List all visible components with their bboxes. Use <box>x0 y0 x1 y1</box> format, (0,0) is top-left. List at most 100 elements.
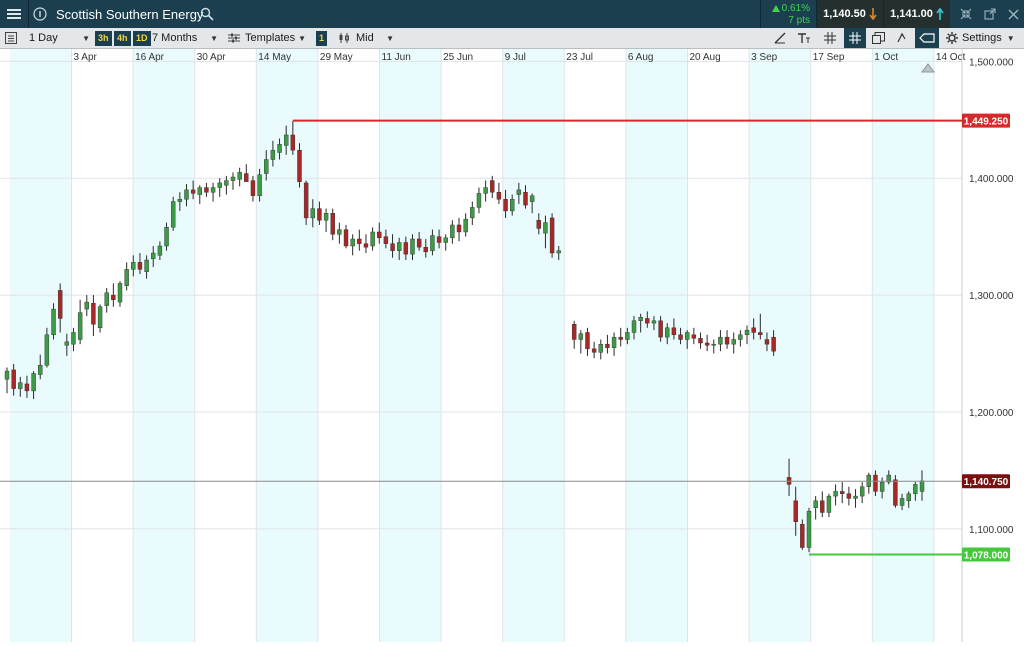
candle <box>4 370 10 380</box>
candle <box>423 246 428 253</box>
templates-icon <box>228 33 240 43</box>
count-button[interactable]: 1 <box>316 28 328 48</box>
timeframe-select[interactable]: 1 Day ▼ <box>24 28 94 48</box>
sell-button[interactable]: 1,140.50 <box>817 0 883 28</box>
candle <box>250 180 256 196</box>
chart-toolbar: 1 Day ▼ 3h 4h 1D 7 Months ▼ Templates ▼ … <box>0 28 1024 49</box>
panel-icon[interactable] <box>5 28 17 48</box>
close-icon[interactable] <box>1002 0 1024 28</box>
search-icon[interactable] <box>198 0 216 28</box>
candle <box>164 227 169 247</box>
candle <box>44 334 50 366</box>
x-tick-label: 6 Aug <box>628 52 654 63</box>
candle <box>204 187 209 193</box>
chevron-down-icon: ▼ <box>298 33 306 43</box>
candle <box>237 172 242 180</box>
candle <box>793 500 798 523</box>
candle <box>157 245 163 256</box>
candle <box>645 318 650 324</box>
candle <box>377 231 382 239</box>
measure-icon[interactable] <box>896 28 908 48</box>
candle <box>516 189 522 195</box>
popout-icon[interactable] <box>979 0 1001 28</box>
candle <box>671 327 677 336</box>
candle <box>631 320 637 333</box>
candle <box>450 224 455 239</box>
quick-4h-label: 4h <box>114 30 131 46</box>
templates-select[interactable]: Templates ▼ <box>228 28 310 48</box>
candle <box>893 479 898 506</box>
candle <box>190 189 196 194</box>
low-price-label: 1,078.000 <box>964 551 1009 562</box>
tag-icon[interactable] <box>915 28 939 48</box>
up-arrow-icon <box>771 5 780 12</box>
candle <box>64 341 70 346</box>
draw-line-icon[interactable] <box>774 28 786 48</box>
week-band <box>626 49 688 642</box>
chevron-down-icon: ▼ <box>386 33 394 43</box>
crosshair-icon[interactable] <box>844 28 866 48</box>
candle <box>523 192 528 206</box>
candle <box>97 306 103 329</box>
week-band <box>749 49 811 642</box>
candle <box>691 334 697 339</box>
candle <box>124 269 129 286</box>
candle <box>585 332 590 350</box>
buy-button[interactable]: 1,141.00 <box>884 0 950 28</box>
settings-button[interactable]: Settings ▼ <box>946 28 1015 48</box>
candle <box>230 176 236 181</box>
x-tick-label: 14 Oct <box>936 52 966 63</box>
week-band <box>379 49 442 642</box>
candle <box>913 484 918 494</box>
candle <box>383 236 389 244</box>
candle <box>343 229 349 247</box>
candle <box>490 180 495 193</box>
candle <box>224 180 229 186</box>
candle <box>638 317 643 321</box>
price-chart[interactable]: 1,100.000 1,200.000 1,300.000 1,400.000 1,50… <box>0 49 1024 642</box>
text-tool-icon[interactable] <box>797 28 811 48</box>
x-tick-label: 29 May <box>320 52 353 63</box>
y-tick-label: 1,100.000 <box>969 525 1014 536</box>
change-percent: 0.61% <box>781 3 810 14</box>
candle <box>38 364 43 375</box>
price-mode-select[interactable]: Mid ▼ <box>338 28 394 48</box>
candle <box>529 195 535 202</box>
week-band <box>133 49 195 642</box>
candle <box>151 252 156 260</box>
candle <box>771 336 776 352</box>
quick-4h-button[interactable]: 4h <box>114 28 131 48</box>
candle <box>543 222 548 234</box>
quick-3h-button[interactable]: 3h <box>95 28 112 48</box>
candle <box>764 339 770 345</box>
templates-label: Templates <box>245 32 296 44</box>
change-points: 7 pts <box>788 15 810 26</box>
candle <box>84 301 89 310</box>
candle <box>117 283 123 303</box>
collapse-icon[interactable] <box>955 0 977 28</box>
sell-price: 1,140.50 <box>823 8 866 20</box>
candle <box>403 242 409 255</box>
x-tick-label: 16 Apr <box>135 52 165 63</box>
candle <box>244 173 249 182</box>
candle <box>618 336 623 340</box>
candle <box>665 327 670 338</box>
candle <box>751 327 756 333</box>
layers-icon[interactable] <box>872 28 885 48</box>
grid-icon[interactable] <box>824 28 836 48</box>
candle <box>290 134 296 151</box>
candle <box>658 320 663 338</box>
info-icon[interactable] <box>29 0 51 28</box>
menu-icon[interactable] <box>0 0 28 28</box>
quick-1d-button[interactable]: 1D <box>133 28 151 48</box>
candle <box>684 332 690 340</box>
candlestick-chart[interactable]: 1,100.000 1,200.000 1,300.000 1,400.000 1,50… <box>0 49 1024 642</box>
candle <box>410 238 415 255</box>
x-tick-label: 30 Apr <box>197 52 227 63</box>
range-select[interactable]: 7 Months ▼ <box>152 28 222 48</box>
x-tick-label: 11 Jun <box>382 52 411 63</box>
candle <box>758 332 763 336</box>
y-tick-label: 1,200.000 <box>969 408 1014 419</box>
down-arrow-icon <box>869 8 877 20</box>
candle <box>277 144 282 153</box>
